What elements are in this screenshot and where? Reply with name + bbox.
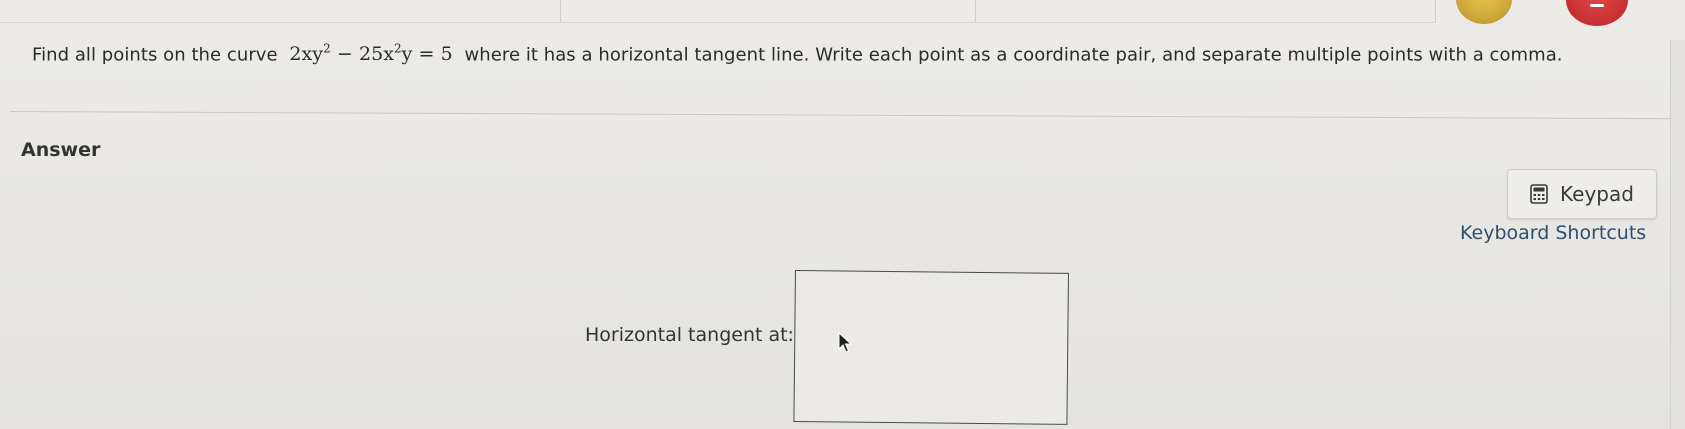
answer-heading: Answer (21, 139, 101, 161)
top-panel-middle (560, 0, 976, 23)
horizontal-tangent-label: Horizontal tangent at: (585, 324, 794, 346)
keypad-label: Keypad (1560, 182, 1634, 206)
heart-badge-icon[interactable] (1566, 0, 1628, 26)
equation: 2xy2 − 25x2y = 5 (289, 42, 453, 66)
heart-mark-icon (1590, 4, 1604, 7)
question-suffix: where it has a horizontal tangent line. … (464, 44, 1563, 66)
question-prefix: Find all points on the curve (32, 44, 278, 66)
gold-badge-icon[interactable] (1456, 0, 1512, 24)
question-text: Find all points on the curve 2xy2 − 25x2… (32, 36, 1632, 68)
keypad-button[interactable]: Keypad (1507, 169, 1657, 219)
top-panel-left (0, 0, 561, 23)
equation-term2-exponent: 2 (393, 42, 402, 56)
equation-term2-tail: y = 5 (401, 43, 453, 66)
top-panel-right (975, 0, 1436, 23)
answer-input-box[interactable] (793, 270, 1069, 425)
section-divider (9, 111, 1675, 120)
question-page: Find all points on the curve 2xy2 − 25x2… (0, 0, 1685, 429)
right-scroll-edge (1670, 40, 1685, 429)
keyboard-shortcuts-link[interactable]: Keyboard Shortcuts (1460, 222, 1646, 244)
equation-term1: 2xy (289, 43, 324, 66)
equation-term2: 25x (358, 43, 394, 66)
calculator-icon (1530, 184, 1548, 204)
equation-minus: − (330, 43, 359, 66)
mouse-pointer-icon (838, 332, 852, 353)
equation-term1-exponent: 2 (323, 42, 331, 56)
